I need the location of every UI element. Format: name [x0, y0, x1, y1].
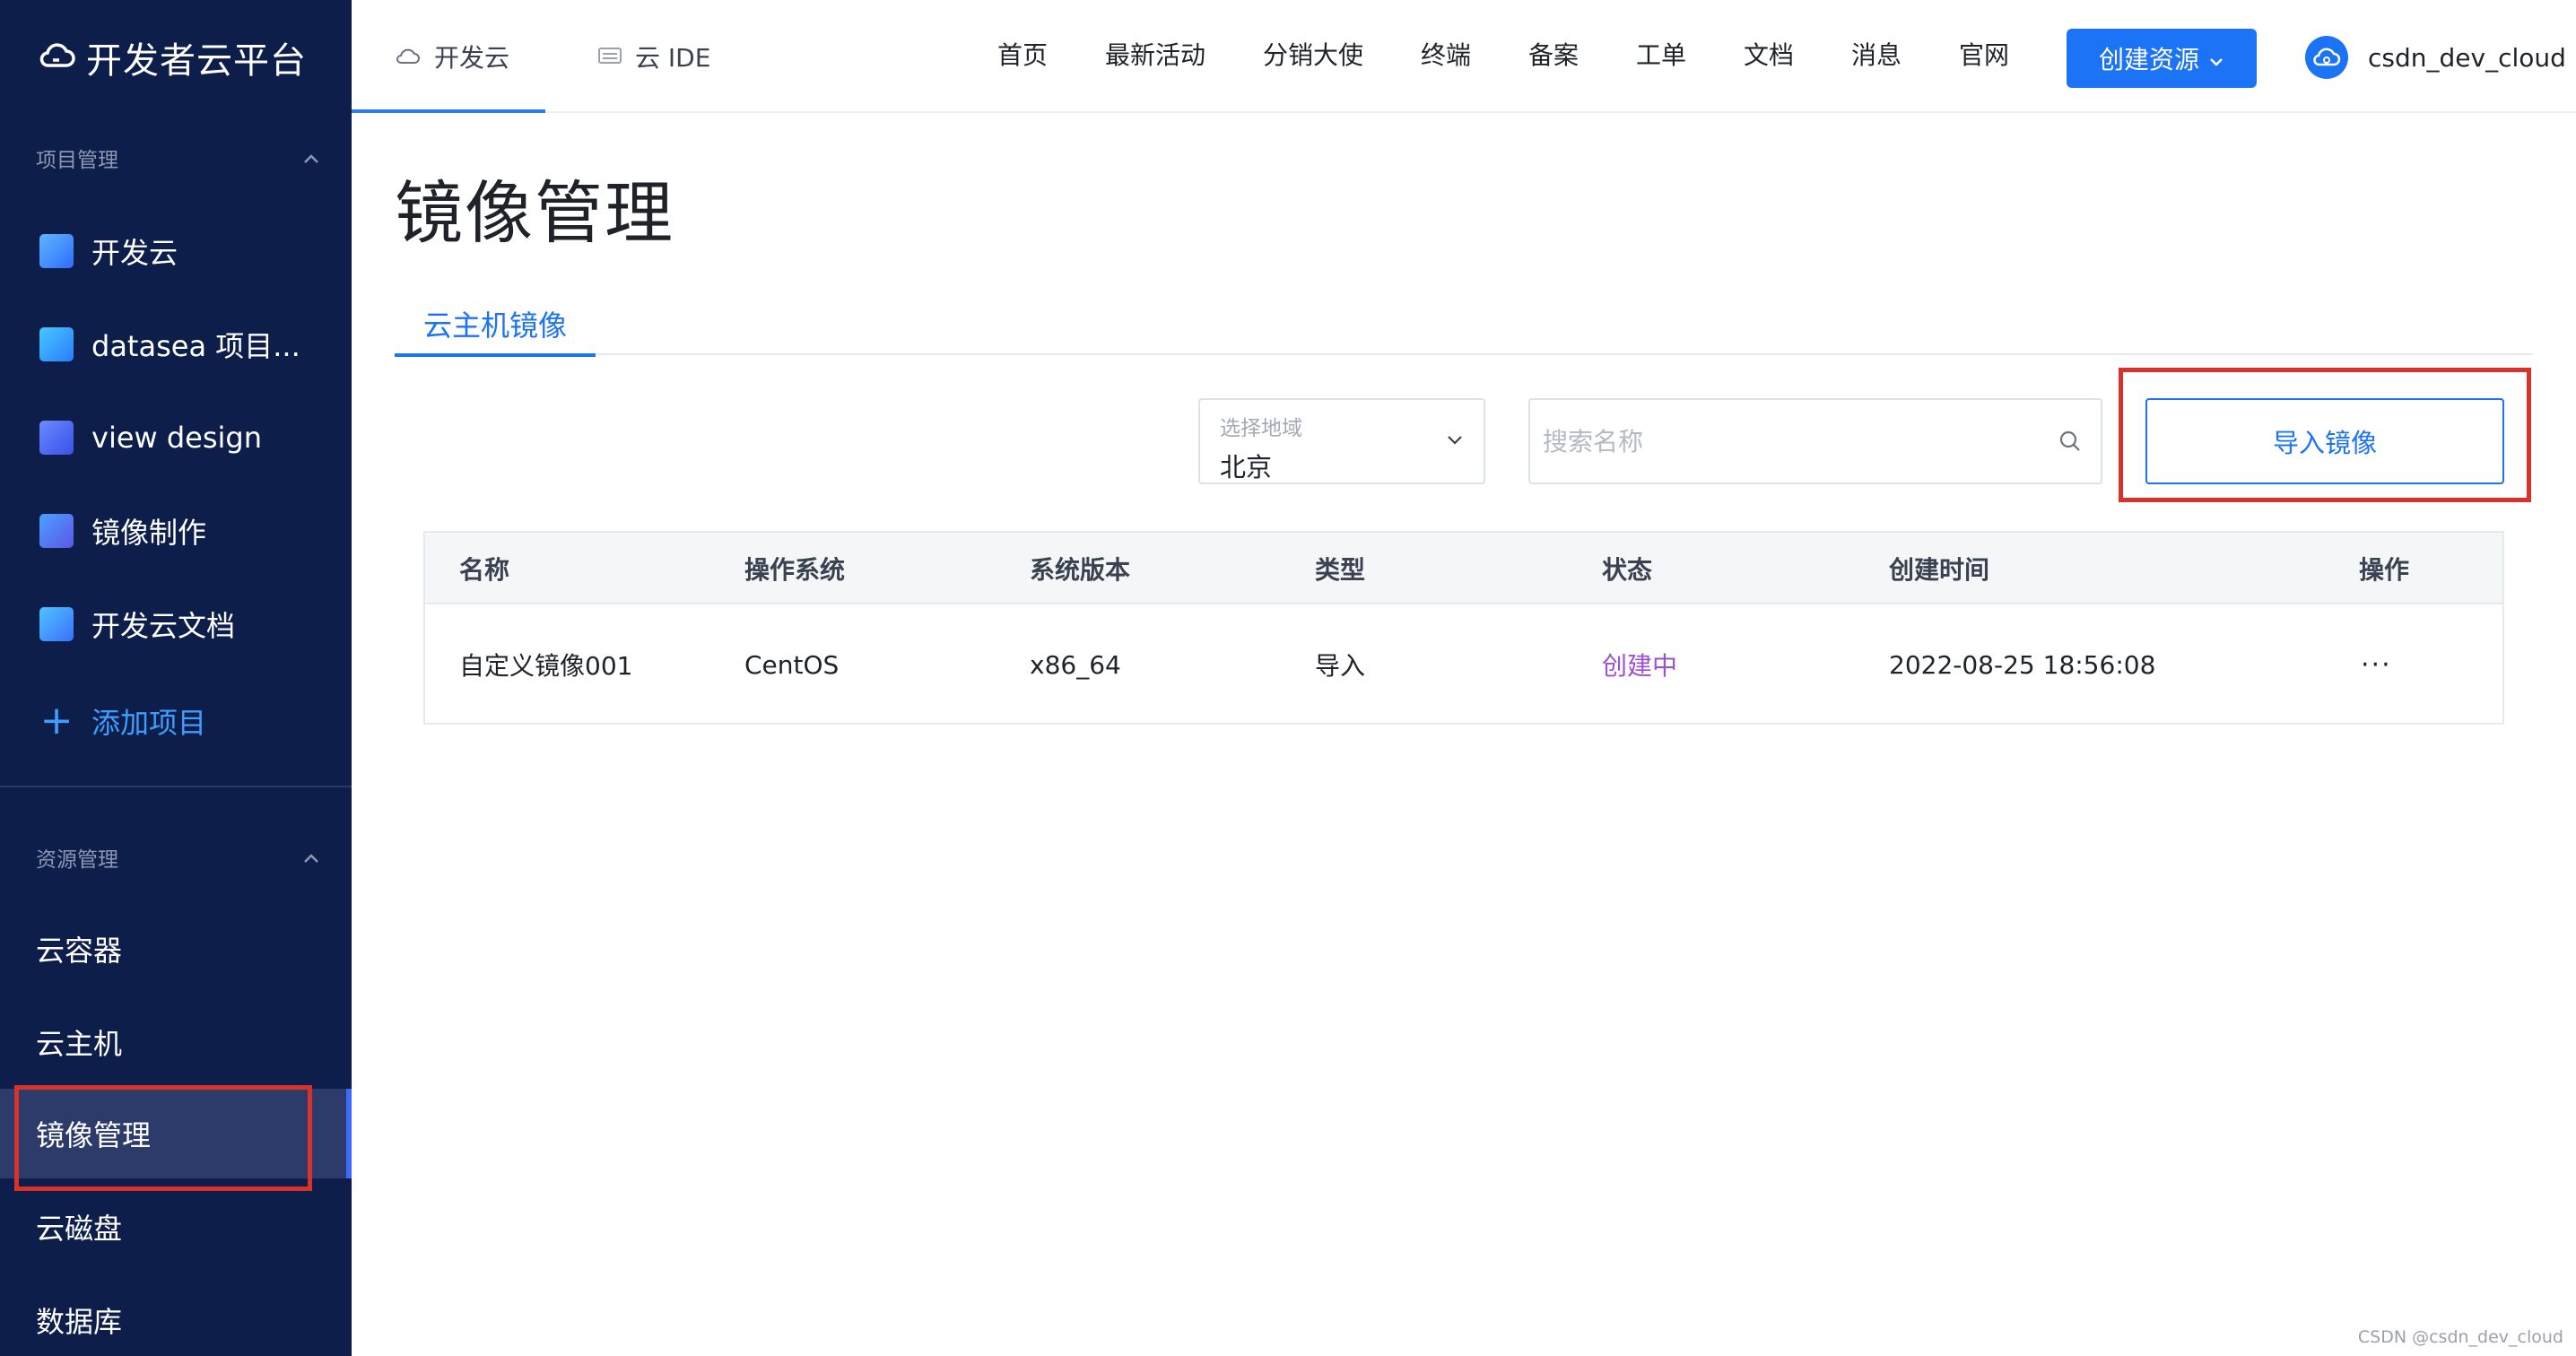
chevron-up-icon[interactable] — [303, 147, 319, 169]
table-row[interactable]: 自定义镜像001 CentOS x86_64 导入 创建中 2022-08-25… — [425, 604, 2502, 725]
nav-docs[interactable]: 文档 — [1744, 36, 1794, 72]
search-icon[interactable] — [2058, 429, 2083, 457]
user-menu[interactable]: csdn_dev_cloud — [2305, 32, 2566, 83]
nav-distribution[interactable]: 分销大使 — [1263, 36, 1363, 72]
sidebar-project-kaifayun[interactable]: 开发云 — [0, 215, 352, 287]
tab-kaifayun[interactable]: 开发云 — [351, 0, 546, 113]
nav-official-site[interactable]: 官网 — [1959, 36, 2009, 72]
region-select-value: 北京 — [1220, 452, 1273, 482]
chevron-down-icon — [2208, 44, 2224, 74]
sidebar-project-label: 开发云文档 — [91, 609, 236, 643]
sidebar-divider — [0, 786, 352, 787]
sidebar-project-image-make[interactable]: 镜像制作 — [0, 495, 352, 567]
cell-name: 自定义镜像001 — [459, 651, 633, 681]
column-header-action: 操作 — [2359, 555, 2410, 585]
username: csdn_dev_cloud — [2368, 42, 2566, 73]
sidebar-project-docs[interactable]: 开发云文档 — [0, 588, 352, 660]
search-box — [1528, 398, 2102, 484]
project-section-label: 项目管理 — [36, 149, 118, 172]
sidebar-project-datasea[interactable]: datasea 项目... — [0, 309, 352, 380]
cloud-icon — [395, 42, 422, 72]
search-input[interactable] — [1543, 400, 2045, 482]
sidebar-item-label: 云容器 — [36, 934, 123, 968]
create-resource-button[interactable]: 创建资源 — [2067, 29, 2257, 88]
sidebar-project-label: view design — [91, 421, 263, 455]
sidebar-project-label: datasea 项目... — [91, 329, 300, 363]
content-tabs: 云主机镜像 — [395, 292, 2533, 357]
sidebar-project-label: 开发云 — [91, 236, 178, 270]
tab-label: 云 IDE — [635, 43, 711, 73]
tab-cloud-ide[interactable]: 云 IDE — [597, 0, 710, 113]
column-header-version: 系统版本 — [1030, 555, 1131, 585]
column-header-created: 创建时间 — [1889, 555, 1990, 585]
table-header: 名称 操作系统 系统版本 类型 状态 创建时间 操作 — [425, 533, 2502, 604]
image-table: 名称 操作系统 系统版本 类型 状态 创建时间 操作 自定义镜像001 Cent… — [423, 531, 2504, 725]
more-actions-icon[interactable]: ··· — [2361, 604, 2392, 725]
cell-os: CentOS — [744, 649, 840, 680]
page-title: 镜像管理 — [395, 173, 674, 253]
cell-type: 导入 — [1315, 651, 1366, 681]
project-image-make-icon — [39, 514, 74, 548]
tab-label: 开发云 — [434, 43, 510, 73]
column-header-type: 类型 — [1315, 555, 1366, 585]
project-section-header[interactable]: 项目管理 — [36, 140, 319, 176]
project-datasea-icon — [39, 327, 74, 361]
create-resource-label: 创建资源 — [2098, 45, 2199, 74]
region-select-label: 选择地域 — [1220, 417, 1302, 440]
add-project-label: 添加项目 — [91, 706, 207, 740]
sidebar-item-container[interactable]: 云容器 — [0, 904, 352, 994]
column-header-name: 名称 — [459, 555, 510, 585]
nav-latest-activity[interactable]: 最新活动 — [1105, 36, 1205, 72]
nav-home[interactable]: 首页 — [997, 36, 1048, 72]
nav-terminal[interactable]: 终端 — [1421, 36, 1471, 72]
resource-section-label: 资源管理 — [36, 848, 118, 872]
sidebar-item-database[interactable]: 数据库 — [0, 1275, 352, 1356]
highlight-box-sidebar — [14, 1085, 312, 1191]
column-header-os: 操作系统 — [744, 555, 846, 585]
cell-version: x86_64 — [1030, 649, 1121, 680]
ide-icon — [597, 42, 622, 72]
cloud-logo-icon — [39, 40, 75, 74]
avatar[interactable] — [2305, 36, 2348, 79]
plus-icon: + — [39, 698, 74, 743]
tab-host-images[interactable]: 云主机镜像 — [395, 292, 596, 357]
column-header-status: 状态 — [1602, 555, 1653, 585]
sidebar-project-label: 镜像制作 — [91, 516, 207, 550]
brand[interactable]: 开发者云平台 — [39, 30, 307, 84]
sidebar-item-host[interactable]: 云主机 — [0, 997, 352, 1087]
sidebar-item-label: 云磁盘 — [36, 1212, 123, 1246]
region-select[interactable]: 选择地域 北京 — [1198, 398, 1485, 484]
project-docs-icon — [39, 607, 74, 641]
sidebar-item-label: 云主机 — [36, 1027, 123, 1061]
nav-ticket[interactable]: 工单 — [1636, 36, 1686, 72]
app-title: 开发者云平台 — [86, 40, 307, 82]
watermark: CSDN @csdn_dev_cloud — [2357, 1327, 2563, 1347]
cell-created: 2022-08-25 18:56:08 — [1889, 649, 2156, 680]
status-badge: 创建中 — [1602, 651, 1678, 681]
topbar: 开发云 云 IDE 首页 最新活动 分销大使 终端 备案 工单 文档 消息 官网… — [351, 0, 2576, 113]
project-view-design-icon — [39, 421, 74, 455]
resource-section-header[interactable]: 资源管理 — [36, 839, 319, 875]
chevron-down-icon — [1446, 432, 1464, 449]
add-project-button[interactable]: + 添加项目 — [0, 685, 352, 757]
sidebar-item-label: 数据库 — [36, 1305, 123, 1339]
highlight-box-import — [2119, 368, 2531, 502]
nav-messages[interactable]: 消息 — [1851, 36, 1902, 72]
sidebar-project-view-design[interactable]: view design — [0, 402, 352, 474]
chevron-up-icon[interactable] — [303, 847, 319, 868]
nav-filing[interactable]: 备案 — [1528, 36, 1579, 72]
project-kaifayun-icon — [39, 234, 74, 268]
sidebar-item-disk[interactable]: 云磁盘 — [0, 1182, 352, 1272]
